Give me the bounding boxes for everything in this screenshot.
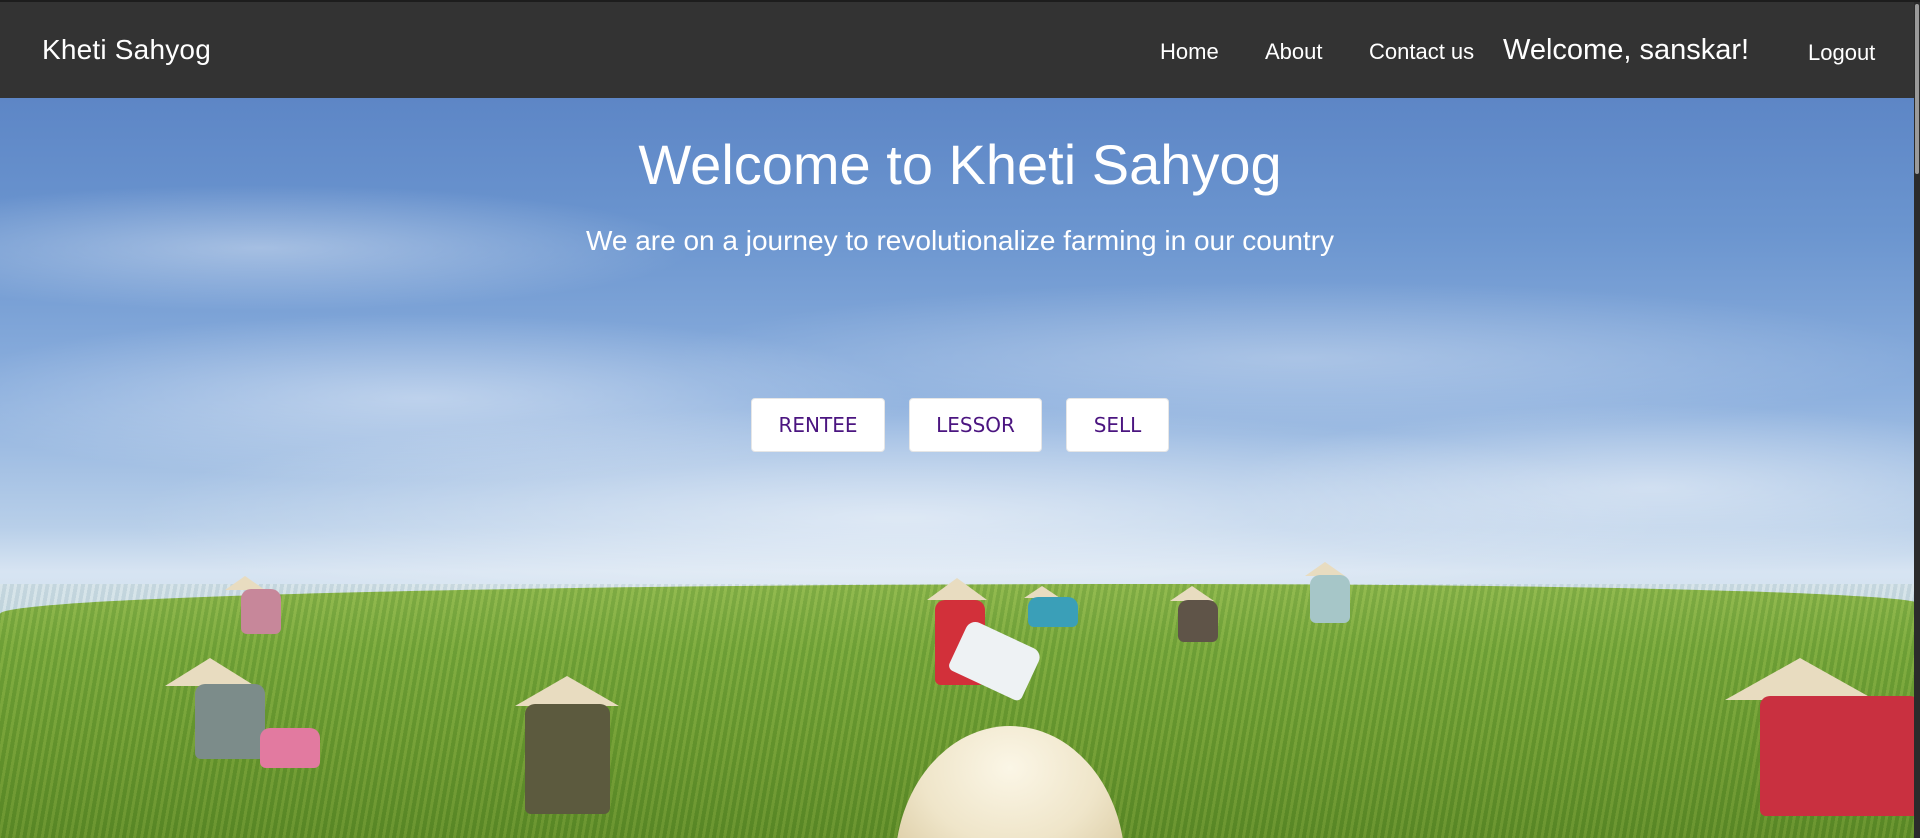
- nav-link-about[interactable]: About: [1265, 39, 1323, 65]
- hero-section: Welcome to Kheti Sahyog We are on a jour…: [0, 98, 1920, 838]
- sell-button[interactable]: SELL: [1066, 398, 1169, 452]
- welcome-user-text: Welcome, sanskar!: [1503, 34, 1750, 66]
- nav-link-contact[interactable]: Contact us: [1369, 39, 1474, 65]
- hero-title: Welcome to Kheti Sahyog: [638, 133, 1282, 196]
- logout-link[interactable]: Logout: [1808, 40, 1875, 66]
- brand-logo-text[interactable]: Kheti Sahyog: [42, 34, 211, 66]
- hero-subtitle: We are on a journey to revolutionalize f…: [585, 225, 1335, 256]
- rentee-button[interactable]: RENTEE: [751, 398, 885, 452]
- nav-link-home[interactable]: Home: [1160, 39, 1219, 65]
- scrollbar-thumb[interactable]: [1915, 4, 1919, 174]
- lessor-button[interactable]: LESSOR: [909, 398, 1042, 452]
- navbar: Kheti Sahyog Home About Contact us Welco…: [0, 2, 1920, 98]
- page-scrollbar[interactable]: [1914, 2, 1920, 838]
